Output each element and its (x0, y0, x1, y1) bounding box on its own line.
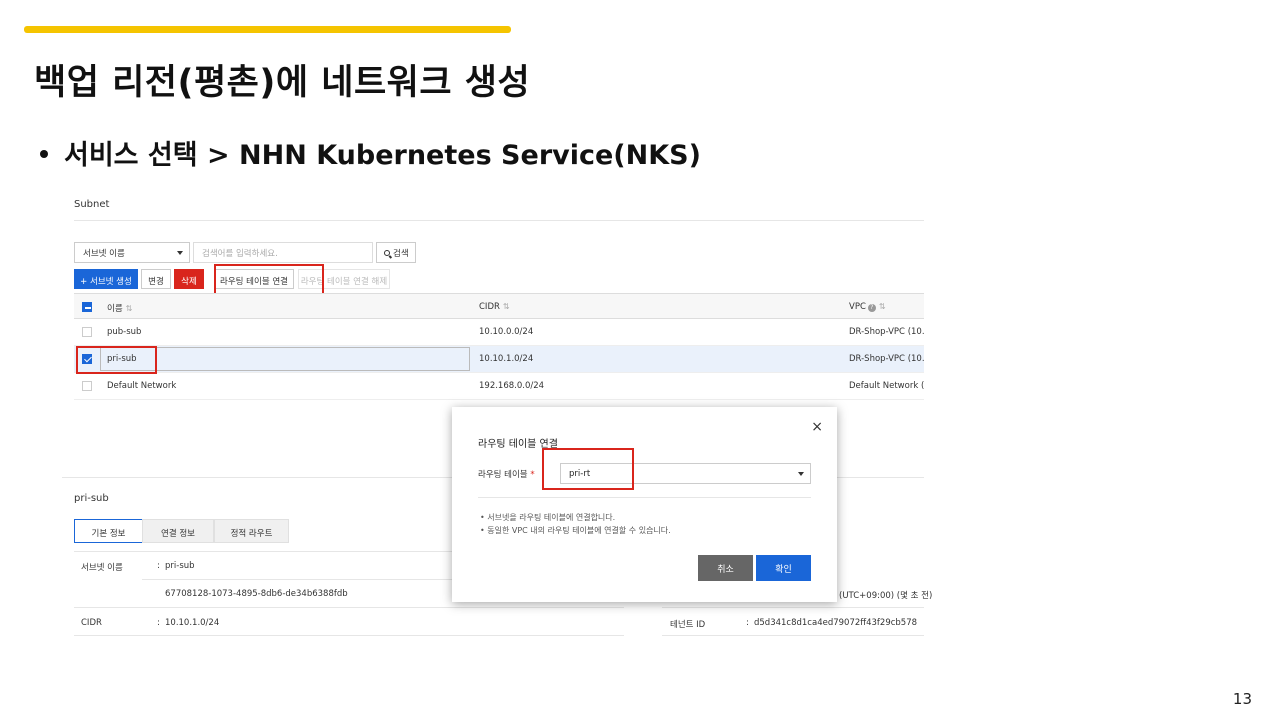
divider (74, 635, 624, 636)
delete-button[interactable]: 삭제 (174, 269, 204, 289)
cidr-value: 10.10.1.0/24 (165, 618, 220, 628)
sort-icon: ⇅ (878, 302, 886, 311)
divider (662, 635, 924, 636)
row-vpc: DR-Shop-VPC (10.10.0.0/16) (849, 354, 924, 364)
chevron-down-icon (177, 251, 183, 255)
sort-icon: ⇅ (502, 302, 510, 311)
row-vpc: DR-Shop-VPC (10.10.0.0/16) (849, 327, 924, 337)
divider (74, 607, 624, 608)
table-row-selected[interactable]: pri-sub 10.10.1.0/24 DR-Shop-VPC (10.10.… (74, 346, 924, 373)
row-name: pub-sub (107, 327, 142, 337)
subnet-name-label: 서브넷 이름 (81, 563, 123, 573)
edit-button[interactable]: 변경 (141, 269, 171, 289)
subnet-section-title: Subnet (74, 199, 110, 210)
routing-table-label-text: 라우팅 테이블 (478, 470, 528, 480)
routing-table-connect-modal: 라우팅 테이블 연결 × 라우팅 테이블 * pri-rt • 서브넷을 라우팅… (452, 407, 837, 602)
chevron-down-icon (798, 472, 804, 476)
column-vpc[interactable]: VPC? ⇅ (849, 302, 924, 312)
accent-bar (24, 26, 511, 33)
bullet-line: 서비스 선택 > NHN Kubernetes Service(NKS) (40, 133, 701, 172)
confirm-button[interactable]: 확인 (756, 555, 811, 581)
tenant-id-value: d5d341c8d1ca4ed79072ff43f29cb578 (754, 618, 918, 628)
tab-basic-info[interactable]: 기본 정보 (74, 519, 143, 543)
cidr-label: CIDR (81, 618, 102, 628)
colon: : (746, 618, 749, 628)
slide-title: 백업 리전(평촌)에 네트워크 생성 (34, 63, 531, 103)
tenant-id-label: 테넌트 ID (670, 620, 706, 630)
column-cidr-label: CIDR (479, 302, 500, 312)
routing-table-label: 라우팅 테이블 * (478, 468, 535, 480)
table-header: 이름 ⇅ CIDR ⇅ VPC? ⇅ (74, 293, 924, 319)
create-subnet-button[interactable]: + 서브넷 생성 (74, 269, 138, 289)
table-row[interactable]: pub-sub 10.10.0.0/24 DR-Shop-VPC (10.10.… (74, 319, 924, 346)
disconnect-routing-table-button[interactable]: 라우팅 테이블 연결 해제 (298, 269, 390, 289)
bullet-text: 서비스 선택 > NHN Kubernetes Service(NKS) (64, 140, 701, 171)
column-cidr[interactable]: CIDR ⇅ (479, 302, 510, 312)
row-cidr: 192.168.0.0/24 (479, 381, 545, 391)
modal-note: • 서브넷을 라우팅 테이블에 연결합니다. (480, 513, 616, 522)
created-time-value: (UTC+09:00) (몇 초 전) (839, 591, 933, 601)
routing-table-select[interactable]: pri-rt (560, 463, 811, 484)
page-number: 13 (1232, 690, 1252, 708)
search-button-label: 검색 (393, 249, 409, 259)
modal-note: • 동일한 VPC 내의 라우팅 테이블에 연결할 수 있습니다. (480, 526, 671, 535)
tab-static-route[interactable]: 정적 라우트 (214, 519, 289, 543)
colon: : (157, 618, 160, 628)
row-name: pri-sub (107, 354, 137, 364)
search-button[interactable]: 검색 (376, 242, 416, 263)
tab-connection-info[interactable]: 연결 정보 (142, 519, 214, 543)
column-name-label: 이름 (107, 304, 123, 314)
search-icon (384, 250, 390, 256)
table-row[interactable]: Default Network 192.168.0.0/24 Default N… (74, 373, 924, 400)
detail-title: pri-sub (74, 493, 109, 504)
row-cidr: 10.10.0.0/24 (479, 327, 534, 337)
close-icon[interactable]: × (811, 419, 823, 435)
filter-select[interactable]: 서브넷 이름 (74, 242, 190, 263)
divider (74, 220, 924, 221)
search-input[interactable]: 검색어를 입력하세요. (193, 242, 373, 263)
required-mark: * (530, 470, 535, 480)
filter-select-value: 서브넷 이름 (83, 249, 125, 259)
row-checkbox-checked[interactable] (82, 354, 92, 364)
sort-icon: ⇅ (125, 304, 133, 313)
help-icon: ? (867, 304, 876, 312)
divider (662, 607, 924, 608)
modal-title: 라우팅 테이블 연결 (478, 439, 558, 450)
row-vpc: Default Network (192.168.0.0/16) (849, 381, 924, 391)
routing-table-select-value: pri-rt (569, 469, 591, 479)
subnet-id-value: 67708128-1073-4895-8db6-de34b6388fdb (165, 589, 348, 599)
column-vpc-label: VPC (849, 302, 866, 312)
cancel-button[interactable]: 취소 (698, 555, 753, 581)
row-checkbox[interactable] (82, 381, 92, 391)
select-all-checkbox[interactable] (82, 302, 92, 312)
subnet-name-value: pri-sub (165, 561, 195, 571)
divider (478, 497, 811, 498)
row-checkbox[interactable] (82, 327, 92, 337)
column-name[interactable]: 이름 ⇅ (107, 302, 132, 314)
row-name: Default Network (107, 381, 177, 391)
connect-routing-table-button[interactable]: 라우팅 테이블 연결 (214, 269, 294, 289)
colon: : (157, 561, 160, 571)
row-cidr: 10.10.1.0/24 (479, 354, 534, 364)
bullet-dot (40, 149, 48, 158)
